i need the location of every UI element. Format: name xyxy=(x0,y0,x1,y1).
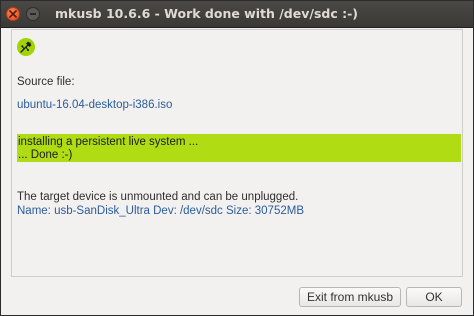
title-bar[interactable]: mkusb 10.6.6 - Work done with /dev/sdc :… xyxy=(1,1,473,28)
status-done-text: ... Done :-) xyxy=(18,149,73,161)
status-banner: installing a persistent live system ... … xyxy=(17,134,461,162)
exit-button[interactable]: Exit from mkusb xyxy=(299,287,401,307)
close-icon[interactable] xyxy=(6,7,20,21)
unplug-message: The target device is unmounted and can b… xyxy=(17,191,299,203)
minimize-icon[interactable] xyxy=(26,7,40,21)
status-progress-text: installing a persistent live system ... xyxy=(18,136,199,148)
device-info: Name: usb-SanDisk_Ultra Dev: /dev/sdc Si… xyxy=(17,205,304,217)
window-title: mkusb 10.6.6 - Work done with /dev/sdc :… xyxy=(55,6,358,21)
source-file-label: Source file: xyxy=(17,76,75,88)
content-panel: Source file: ubuntu-16.04-desktop-i386.i… xyxy=(11,29,463,277)
ok-button[interactable]: OK xyxy=(406,287,462,307)
source-file-name: ubuntu-16.04-desktop-i386.iso xyxy=(17,99,173,111)
usb-icon xyxy=(17,38,35,56)
mkusb-window: mkusb 10.6.6 - Work done with /dev/sdc :… xyxy=(0,0,474,316)
